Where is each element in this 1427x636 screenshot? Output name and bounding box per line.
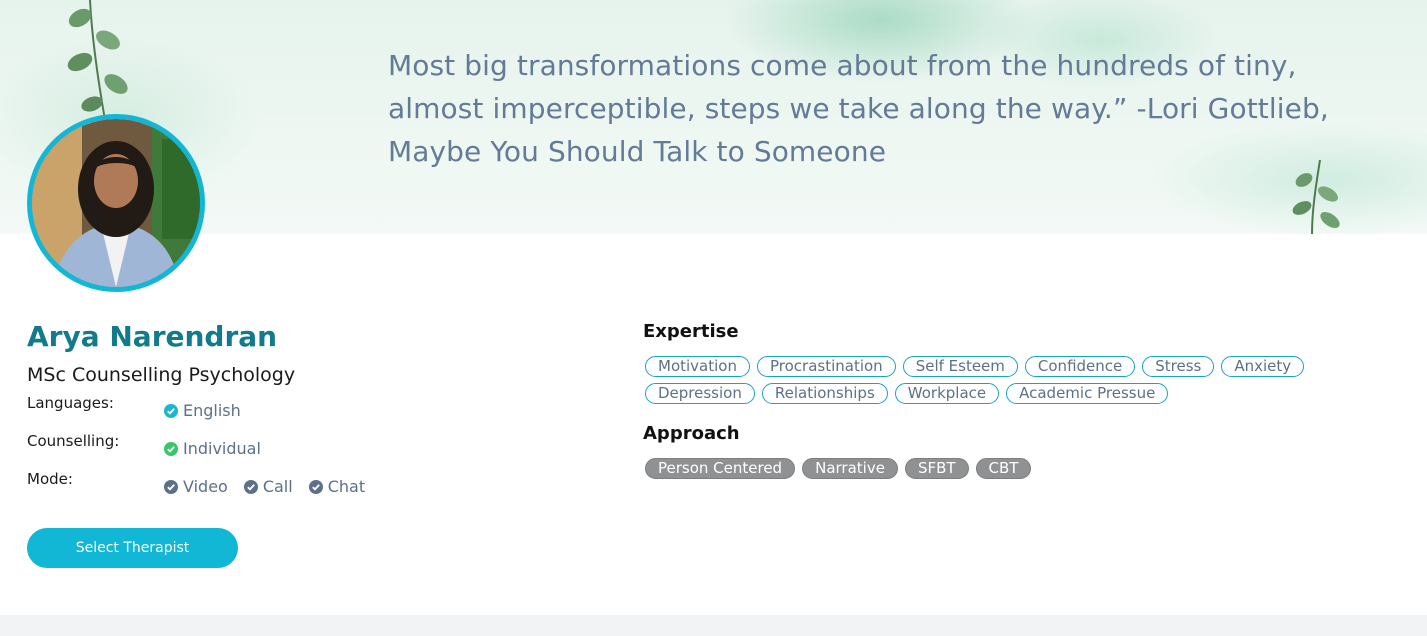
therapist-profile-card: Most big transformations come about from… [0, 0, 1427, 615]
approach-tag: Person Centered [645, 458, 796, 479]
expertise-tag: Academic Pressue [1006, 383, 1169, 404]
therapist-avatar [27, 114, 205, 292]
counselling-type-label: Individual [183, 439, 261, 458]
check-circle-icon [243, 479, 258, 494]
counselling-item: Individual [164, 439, 261, 458]
check-circle-icon [164, 441, 178, 456]
expertise-tag: Confidence [1024, 356, 1136, 377]
language-label: English [183, 401, 241, 420]
leaf-decoration-left [67, 0, 128, 120]
mode-label-video: Video [183, 477, 228, 496]
expertise-tags: Motivation Procrastination Self Esteem C… [645, 356, 1385, 404]
mode-values: Video Call Chat [164, 477, 365, 496]
languages-label: Languages: [27, 394, 114, 412]
inspirational-quote: Most big transformations come about from… [388, 49, 1329, 168]
expertise-tag: Depression [645, 383, 755, 404]
quote-banner: Most big transformations come about from… [0, 0, 1427, 234]
expertise-tag: Anxiety [1221, 356, 1305, 377]
therapist-name: Arya Narendran [27, 320, 278, 353]
language-item: English [164, 401, 241, 420]
mode-label-call: Call [262, 477, 293, 496]
check-circle-icon [164, 479, 178, 494]
expertise-tag: Motivation [645, 356, 750, 377]
approach-tag: SFBT [904, 458, 969, 479]
counselling-values: Individual [164, 439, 261, 458]
languages-values: English [164, 401, 241, 420]
mode-item-call: Call [243, 477, 293, 496]
mode-label-chat: Chat [327, 477, 366, 496]
select-therapist-button[interactable]: Select Therapist [27, 528, 238, 568]
expertise-tag: Workplace [894, 383, 1000, 404]
approach-tags: Person Centered Narrative SFBT CBT [645, 458, 1385, 479]
check-circle-icon [164, 403, 178, 418]
check-circle-icon [308, 479, 323, 494]
approach-tag: Narrative [802, 458, 898, 479]
approach-title: Approach [643, 423, 740, 444]
mode-item-chat: Chat [308, 477, 366, 496]
mode-item-video: Video [164, 477, 228, 496]
counselling-label: Counselling: [27, 432, 120, 450]
expertise-tag: Procrastination [756, 356, 896, 377]
expertise-title: Expertise [643, 321, 739, 342]
approach-tag: CBT [975, 458, 1032, 479]
expertise-tag: Relationships [761, 383, 888, 404]
therapist-degree: MSc Counselling Psychology [27, 364, 296, 386]
expertise-tag: Stress [1142, 356, 1215, 377]
expertise-tag: Self Esteem [902, 356, 1018, 377]
mode-label: Mode: [27, 470, 73, 488]
